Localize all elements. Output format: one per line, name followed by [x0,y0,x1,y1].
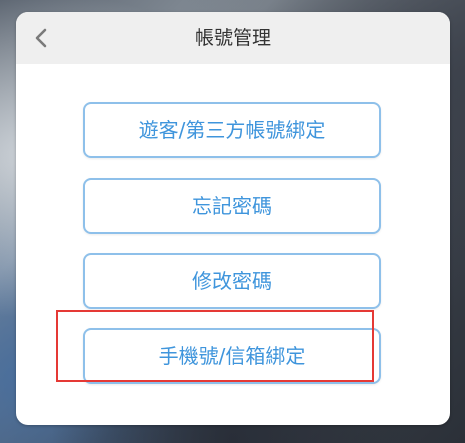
forgot-password-button[interactable]: 忘記密碼 [83,178,381,234]
account-management-dialog: 帳號管理 遊客/第三方帳號綁定 忘記密碼 修改密碼 手機號/信箱綁定 [16,12,450,425]
page-title: 帳號管理 [194,27,271,49]
guest-third-party-binding-button[interactable]: 遊客/第三方帳號綁定 [83,102,381,158]
phone-email-binding-button[interactable]: 手機號/信箱綁定 [83,328,381,384]
chevron-left-icon [35,28,47,48]
back-button[interactable] [28,24,54,52]
dialog-header: 帳號管理 [16,12,450,64]
change-password-button[interactable]: 修改密碼 [83,253,381,309]
